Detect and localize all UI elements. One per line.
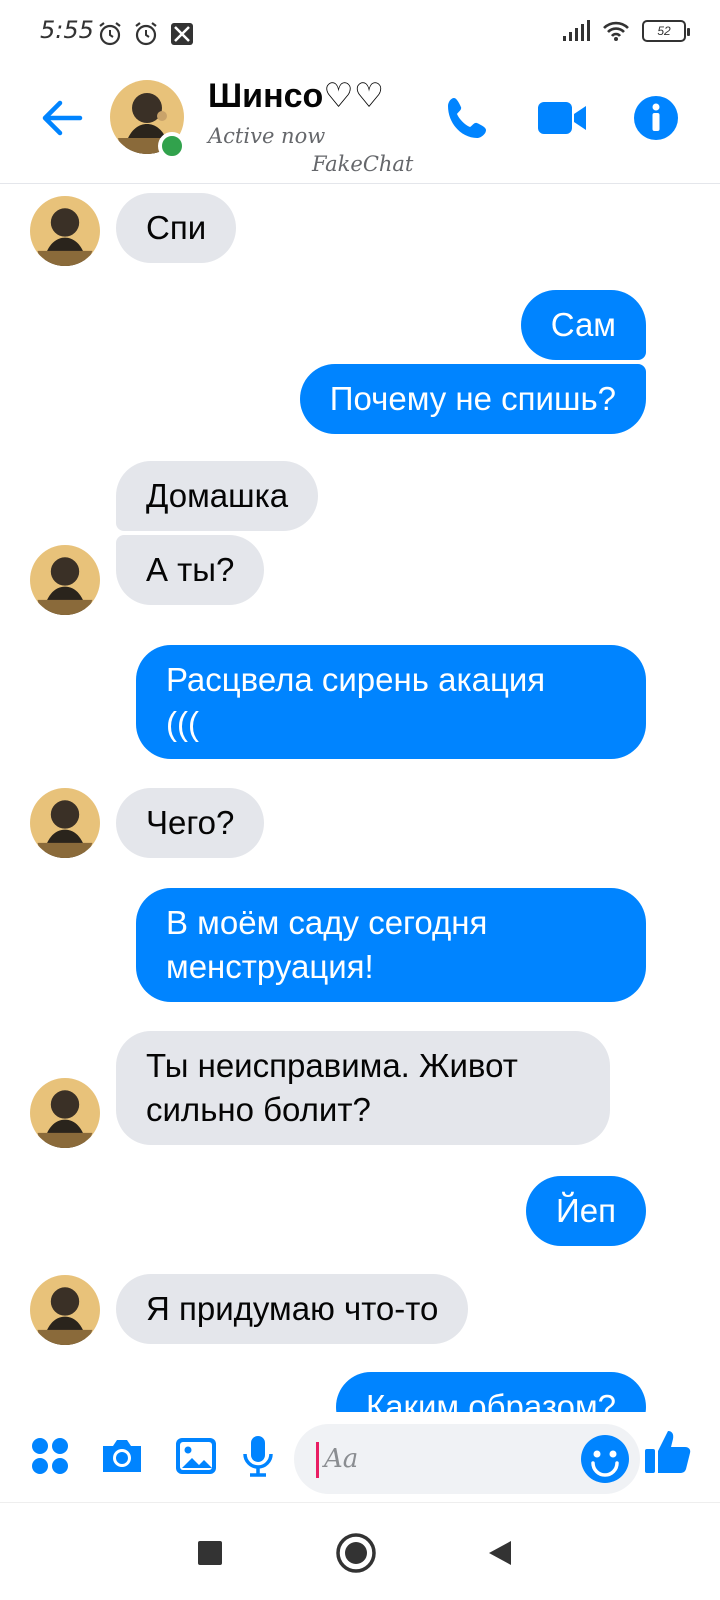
battery-icon: 52 xyxy=(642,20,690,42)
message-bubble-incoming[interactable]: А ты? xyxy=(116,535,265,605)
gallery-button[interactable] xyxy=(170,1430,222,1482)
camera-icon xyxy=(103,1440,141,1472)
signal-icon xyxy=(563,20,590,41)
system-navigation-bar xyxy=(0,1502,720,1600)
gallery-icon xyxy=(176,1438,216,1474)
status-icons-left xyxy=(96,20,196,48)
status-bar: 5:55 52 xyxy=(0,0,720,66)
sender-avatar[interactable] xyxy=(30,196,100,266)
voice-message-button[interactable] xyxy=(232,1430,284,1482)
wifi-icon xyxy=(603,21,629,41)
home-button[interactable] xyxy=(334,1531,378,1575)
info-button[interactable] xyxy=(630,92,682,144)
call-button[interactable] xyxy=(442,92,494,144)
emoji-button[interactable] xyxy=(580,1434,630,1484)
triangle-back-icon xyxy=(489,1541,511,1565)
thumbs-up-icon xyxy=(645,1431,691,1473)
square-icon xyxy=(198,1541,222,1565)
phone-icon xyxy=(448,98,486,138)
more-actions-button[interactable] xyxy=(24,1430,76,1482)
online-indicator xyxy=(158,132,186,160)
message-bubble-outgoing[interactable]: Сам xyxy=(520,290,646,360)
chat-header: Шинсо♡♡ Active now FakeChat xyxy=(0,66,720,184)
alarm-icon xyxy=(135,22,157,46)
back-nav-button[interactable] xyxy=(480,1533,520,1573)
video-camera-icon xyxy=(538,102,586,134)
like-button[interactable] xyxy=(642,1426,694,1478)
message-bubble-incoming[interactable]: Ты неисправима. Живот сильно болит? xyxy=(116,1031,610,1145)
message-input-placeholder: Aa xyxy=(324,1444,359,1474)
recents-button[interactable] xyxy=(190,1533,230,1573)
message-bubble-outgoing[interactable]: Каким образом? xyxy=(335,1372,646,1412)
message-bubble-outgoing[interactable]: Почему не спишь? xyxy=(299,364,646,434)
no-sim-icon xyxy=(171,23,193,45)
status-time: 5:55 xyxy=(40,16,94,44)
battery-level: 52 xyxy=(657,24,671,38)
message-bubble-outgoing[interactable]: Йеп xyxy=(526,1176,646,1246)
video-call-button[interactable] xyxy=(536,92,588,144)
contact-name[interactable]: Шинсо♡♡ xyxy=(208,76,384,116)
status-icons-right: 52 xyxy=(562,20,690,42)
message-bubble-incoming[interactable]: Домашка xyxy=(116,461,319,531)
sender-avatar[interactable] xyxy=(30,788,100,858)
message-bubble-outgoing[interactable]: В моём саду сегодня менструация! xyxy=(136,888,646,1002)
emoji-icon xyxy=(581,1435,629,1483)
arrow-left-icon xyxy=(42,100,83,136)
menu-dots-icon xyxy=(32,1438,68,1474)
message-bubble-outgoing[interactable]: Расцвела сирень акация ((( xyxy=(136,645,646,759)
message-list[interactable]: Спи Сам Почему не спишь? Домашка А ты? Р… xyxy=(0,185,720,1412)
sender-avatar[interactable] xyxy=(30,1078,100,1148)
info-icon xyxy=(634,96,678,140)
microphone-icon xyxy=(243,1436,273,1477)
message-input[interactable]: Aa xyxy=(294,1424,640,1494)
sender-avatar[interactable] xyxy=(30,545,100,615)
message-bubble-incoming[interactable]: Я придумаю что-то xyxy=(116,1274,469,1344)
active-status: Active now xyxy=(208,124,326,148)
camera-button[interactable] xyxy=(96,1430,148,1482)
composer-bar: Aa xyxy=(0,1412,720,1502)
message-bubble-incoming[interactable]: Чего? xyxy=(116,788,265,858)
message-bubble-incoming[interactable]: Спи xyxy=(116,193,237,263)
sender-avatar[interactable] xyxy=(30,1275,100,1345)
back-button[interactable] xyxy=(38,94,86,142)
watermark: FakeChat xyxy=(312,152,414,176)
alarm-icon xyxy=(99,22,121,46)
text-caret xyxy=(316,1442,319,1478)
home-circle-icon xyxy=(336,1533,376,1573)
